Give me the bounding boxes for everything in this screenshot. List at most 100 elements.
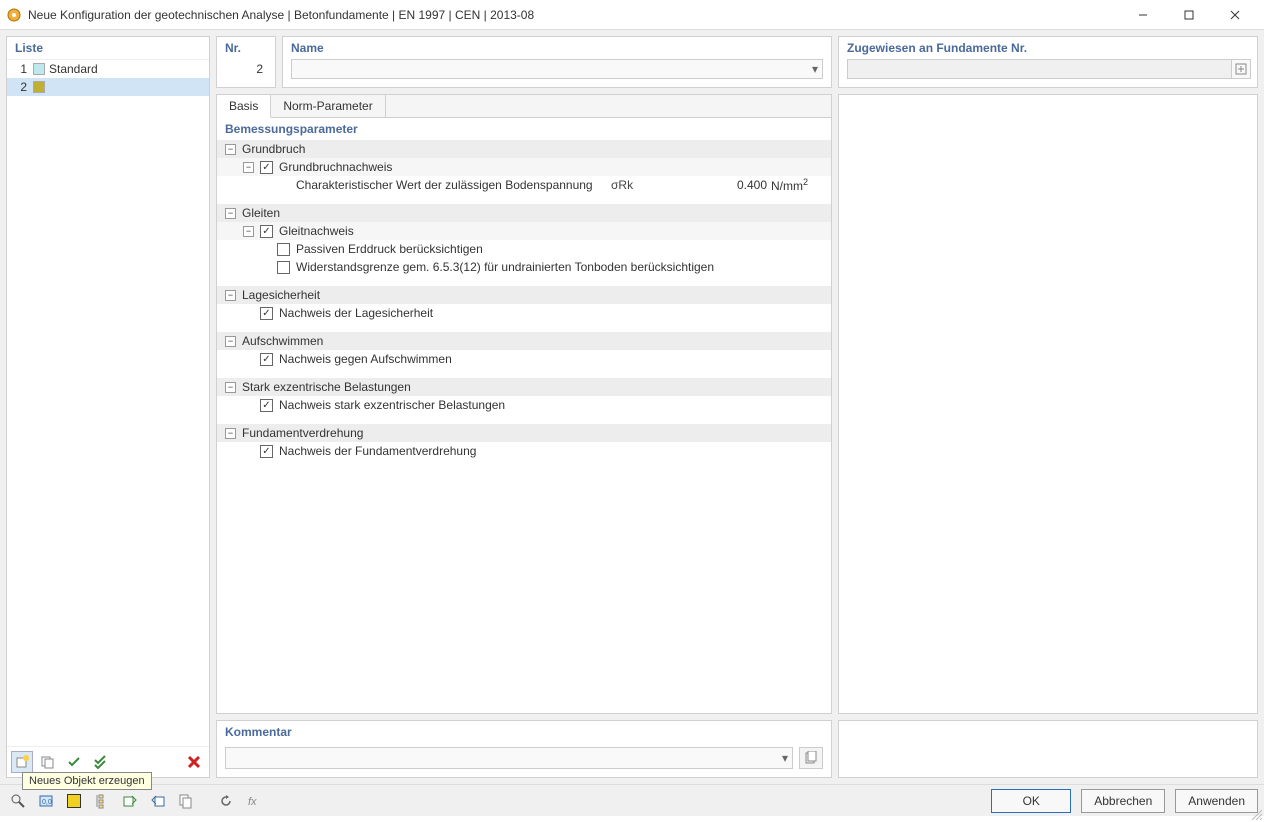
param-value[interactable]: 0.400: [691, 178, 771, 192]
svg-text:fx: fx: [248, 796, 257, 808]
collapse-icon[interactable]: −: [225, 428, 236, 439]
name-label: Name: [291, 41, 823, 55]
param-label: Widerstandsgrenze gem. 6.5.3(12) für und…: [296, 260, 831, 274]
param-group[interactable]: −Lagesicherheit: [217, 286, 831, 304]
apply-button[interactable]: Anwenden: [1175, 789, 1258, 813]
param-group[interactable]: −Fundamentverdrehung: [217, 424, 831, 442]
cancel-button[interactable]: Abbrechen: [1081, 789, 1165, 813]
list-body: 1 Standard 2: [7, 60, 209, 746]
collapse-icon[interactable]: −: [225, 382, 236, 393]
reset-button[interactable]: [214, 789, 238, 813]
param-row: Charakteristischer Wert der zulässigen B…: [217, 176, 831, 194]
dropdown-icon: ▾: [782, 751, 788, 765]
param-group[interactable]: −Gleiten: [217, 204, 831, 222]
ok-button[interactable]: OK: [991, 789, 1071, 813]
param-tabs: Basis Norm-Parameter: [217, 95, 831, 118]
collapse-icon[interactable]: −: [225, 208, 236, 219]
comment-library-button[interactable]: [799, 747, 823, 769]
param-group-title: Lagesicherheit: [242, 288, 831, 302]
collapse-icon[interactable]: −: [225, 290, 236, 301]
name-box: Name ▾: [282, 36, 832, 88]
resize-grip[interactable]: [1250, 808, 1262, 820]
tab-norm[interactable]: Norm-Parameter: [271, 95, 385, 117]
maximize-button[interactable]: [1166, 1, 1212, 29]
param-group-title: Aufschwimmen: [242, 334, 831, 348]
param-area: Basis Norm-Parameter Bemessungsparameter…: [216, 94, 832, 714]
workspace: Liste 1 Standard 2: [0, 30, 1264, 784]
checkbox[interactable]: [260, 225, 273, 238]
list-panel: Liste 1 Standard 2: [6, 36, 210, 778]
check-button-1[interactable]: [63, 751, 85, 773]
list-item-swatch: [33, 63, 45, 75]
collapse-icon[interactable]: −: [225, 144, 236, 155]
param-label: Nachweis gegen Aufschwimmen: [279, 352, 831, 366]
mid-split: Basis Norm-Parameter Bemessungsparameter…: [216, 94, 1258, 714]
svg-text:0,0: 0,0: [42, 799, 52, 806]
copy-item-button[interactable]: [37, 751, 59, 773]
tab-basis[interactable]: Basis: [217, 95, 271, 118]
comment-input[interactable]: ▾: [225, 747, 793, 769]
param-label: Charakteristischer Wert der zulässigen B…: [277, 178, 611, 192]
checkbox[interactable]: [260, 161, 273, 174]
new-item-button[interactable]: [11, 751, 33, 773]
nr-label: Nr.: [225, 41, 267, 55]
checkbox[interactable]: [260, 353, 273, 366]
copy-button[interactable]: [174, 789, 198, 813]
list-item-swatch: [33, 81, 45, 93]
list-item[interactable]: 2: [7, 78, 209, 96]
color-button[interactable]: [62, 789, 86, 813]
collapse-icon[interactable]: −: [225, 336, 236, 347]
checkbox[interactable]: [277, 261, 290, 274]
function-button[interactable]: fx: [242, 789, 266, 813]
list-item[interactable]: 1 Standard: [7, 60, 209, 78]
assigned-input[interactable]: [847, 59, 1249, 79]
param-group-title: Gleiten: [242, 206, 831, 220]
delete-item-button[interactable]: [183, 751, 205, 773]
assigned-box: Zugewiesen an Fundamente Nr.: [838, 36, 1258, 88]
param-row: Widerstandsgrenze gem. 6.5.3(12) für und…: [217, 258, 831, 276]
param-unit: N/mm2: [771, 177, 831, 193]
header-row: Nr. 2 Name ▾ Zugewiesen an Fundamente Nr…: [216, 36, 1258, 88]
close-button[interactable]: [1212, 1, 1258, 29]
param-label: Passiven Erddruck berücksichtigen: [296, 242, 831, 256]
param-group[interactable]: −Stark exzentrische Belastungen: [217, 378, 831, 396]
preview-panel: [838, 94, 1258, 714]
param-group[interactable]: −Grundbruch: [217, 140, 831, 158]
find-button[interactable]: [6, 789, 30, 813]
checkbox[interactable]: [260, 445, 273, 458]
comment-box: Kommentar ▾: [216, 720, 832, 778]
section-title: Bemessungsparameter: [217, 118, 831, 140]
param-label: Nachweis der Lagesicherheit: [279, 306, 831, 320]
collapse-icon[interactable]: −: [243, 162, 254, 173]
checkbox[interactable]: [277, 243, 290, 256]
list-heading: Liste: [7, 37, 209, 60]
param-row: Nachweis gegen Aufschwimmen: [217, 350, 831, 368]
collapse-icon[interactable]: −: [243, 226, 254, 237]
tree-button[interactable]: [90, 789, 114, 813]
list-item-num: 2: [11, 80, 27, 94]
param-row: − Grundbruchnachweis: [217, 158, 831, 176]
name-input[interactable]: ▾: [291, 59, 823, 79]
param-group-title: Fundamentverdrehung: [242, 426, 831, 440]
param-content: Bemessungsparameter −Grundbruch−Grundbru…: [217, 118, 831, 713]
nr-value: 2: [225, 59, 267, 79]
units-button[interactable]: 0,0: [34, 789, 58, 813]
param-group[interactable]: −Aufschwimmen: [217, 332, 831, 350]
assign-select-button[interactable]: [1231, 59, 1251, 79]
check-button-2[interactable]: [89, 751, 111, 773]
checkbox[interactable]: [260, 399, 273, 412]
nr-box: Nr. 2: [216, 36, 276, 88]
param-row: Nachweis der Lagesicherheit: [217, 304, 831, 322]
param-label: Grundbruchnachweis: [279, 160, 831, 174]
param-symbol: σRk: [611, 178, 691, 192]
tooltip: Neues Objekt erzeugen: [22, 772, 152, 790]
import-button[interactable]: [146, 789, 170, 813]
list-item-name: Standard: [49, 62, 98, 76]
export-button[interactable]: [118, 789, 142, 813]
param-label: Nachweis der Fundamentverdrehung: [279, 444, 831, 458]
titlebar: Neue Konfiguration der geotechnischen An…: [0, 0, 1264, 30]
minimize-button[interactable]: [1120, 1, 1166, 29]
param-label: Nachweis stark exzentrischer Belastungen: [279, 398, 831, 412]
param-group-title: Grundbruch: [242, 142, 831, 156]
checkbox[interactable]: [260, 307, 273, 320]
